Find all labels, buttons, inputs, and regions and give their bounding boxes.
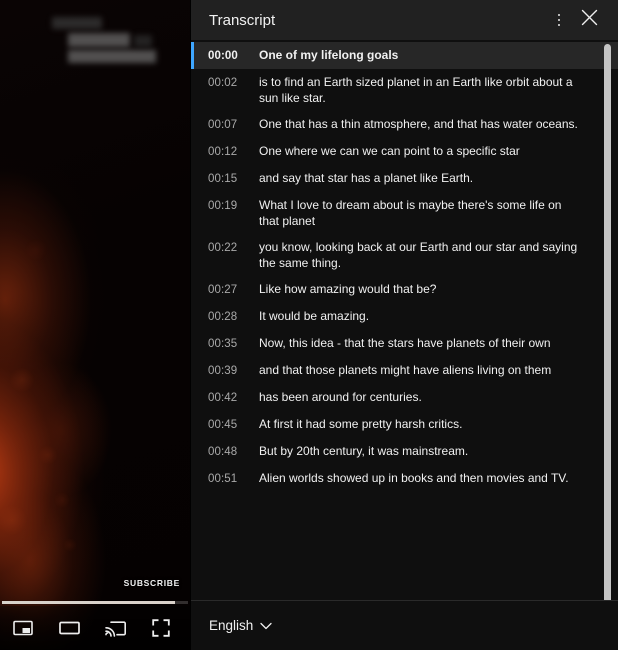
transcript-close-button[interactable] — [574, 5, 604, 35]
redacted-overlay-line4 — [134, 35, 152, 47]
transcript-segment[interactable]: 00:00 One of my lifelong goals — [191, 42, 618, 69]
fullscreen-icon — [152, 619, 170, 637]
segment-text: Alien worlds showed up in books and then… — [259, 471, 569, 485]
redacted-overlay-line2 — [68, 33, 130, 47]
kebab-menu-icon — [557, 12, 561, 27]
segment-text: One where we can we can point to a speci… — [259, 144, 520, 158]
redacted-overlay-line1 — [52, 17, 102, 29]
transcript-segment[interactable]: 00:15 and say that star has a planet like… — [191, 165, 618, 192]
progress-track[interactable] — [2, 601, 188, 604]
miniplayer-button[interactable] — [10, 615, 36, 641]
video-progress-bar[interactable] — [0, 601, 190, 604]
transcript-segment[interactable]: 00:45 At first it had some pretty harsh c… — [191, 411, 618, 438]
segment-timestamp: 00:48 — [208, 446, 238, 458]
transcript-segment[interactable]: 00:07 One that has a thin atmosphere, and… — [191, 111, 618, 138]
transcript-more-button[interactable] — [544, 5, 574, 35]
transcript-segment[interactable]: 00:22 you know, looking back at our Earth… — [191, 234, 618, 276]
transcript-segment[interactable]: 00:28 It would be amazing. — [191, 303, 618, 330]
segment-text: and that those planets might have aliens… — [259, 363, 552, 377]
segment-timestamp: 00:22 — [208, 242, 238, 254]
segment-timestamp: 00:19 — [208, 200, 238, 212]
segment-text: What I love to dream about is maybe ther… — [259, 198, 562, 228]
cast-icon — [104, 620, 126, 637]
transcript-segment-list[interactable]: 00:00 One of my lifelong goals 00:02 is to … — [191, 40, 618, 600]
transcript-segment[interactable]: 00:42 has been around for centuries. — [191, 384, 618, 411]
segment-timestamp: 00:35 — [208, 338, 238, 350]
transcript-segment[interactable]: 00:12 One where we can we can point to a … — [191, 138, 618, 165]
panel-title: Transcript — [209, 11, 276, 29]
subscribe-button[interactable]: SUBSCRIBE — [124, 578, 180, 588]
transcript-segment[interactable]: 00:35 Now, this idea - that the stars hav… — [191, 330, 618, 357]
segment-text: is to find an Earth sized planet in an E… — [259, 75, 573, 105]
transcript-segment[interactable]: 00:19 What I love to dream about is maybe… — [191, 192, 618, 234]
transcript-segment[interactable]: 00:02 is to find an Earth sized planet in… — [191, 69, 618, 111]
segment-text: has been around for centuries. — [259, 390, 422, 404]
transcript-scrollbar[interactable] — [604, 44, 611, 600]
language-label: English — [209, 618, 254, 633]
segment-text: One that has a thin atmosphere, and that… — [259, 117, 578, 131]
video-player[interactable]: SUBSCRIBE — [0, 0, 190, 650]
transcript-footer: English — [191, 600, 618, 650]
miniplayer-icon — [13, 620, 33, 636]
player-controls-bar — [0, 606, 190, 650]
segment-timestamp: 00:42 — [208, 392, 238, 404]
segment-timestamp: 00:28 — [208, 311, 238, 323]
segment-timestamp: 00:12 — [208, 146, 238, 158]
progress-played — [2, 601, 175, 604]
segment-timestamp: 00:51 — [208, 473, 238, 485]
segment-timestamp: 00:15 — [208, 173, 238, 185]
segment-timestamp: 00:39 — [208, 365, 238, 377]
scrollbar-thumb[interactable] — [604, 44, 611, 600]
video-nebula-texture — [0, 0, 190, 650]
segment-text: and say that star has a planet like Eart… — [259, 171, 474, 185]
segment-text: It would be amazing. — [259, 309, 370, 323]
segment-text: One of my lifelong goals — [259, 48, 399, 62]
close-icon — [581, 9, 598, 31]
segment-timestamp: 00:07 — [208, 119, 238, 131]
chevron-down-icon — [260, 618, 272, 633]
segment-text: Now, this idea - that the stars have pla… — [259, 336, 551, 350]
youtube-watch-page: SUBSCRIBE Transcript 00:00 One of my lif… — [0, 0, 618, 650]
segment-timestamp: 00:45 — [208, 419, 238, 431]
segment-text: Like how amazing would that be? — [259, 282, 437, 296]
transcript-segment[interactable]: 00:48 But by 20th century, it was mainstr… — [191, 438, 618, 465]
fullscreen-button[interactable] — [148, 615, 174, 641]
transcript-header: Transcript — [191, 0, 618, 40]
transcript-segment[interactable]: 00:27 Like how amazing would that be? — [191, 276, 618, 303]
redacted-overlay-line3 — [68, 50, 156, 63]
theater-mode-button[interactable] — [56, 615, 82, 641]
segment-text: At first it had some pretty harsh critic… — [259, 417, 463, 431]
segment-text: But by 20th century, it was mainstream. — [259, 444, 469, 458]
segment-timestamp: 00:00 — [208, 50, 238, 62]
segment-timestamp: 00:02 — [208, 77, 238, 89]
theater-mode-icon — [58, 620, 80, 636]
cast-button[interactable] — [102, 615, 128, 641]
segment-text: you know, looking back at our Earth and … — [259, 240, 578, 270]
transcript-segment[interactable]: 00:51 Alien worlds showed up in books and… — [191, 465, 618, 492]
transcript-segment[interactable]: 00:39 and that those planets might have a… — [191, 357, 618, 384]
language-selector[interactable]: English — [209, 618, 272, 633]
segment-timestamp: 00:27 — [208, 284, 238, 296]
transcript-panel: Transcript 00:00 One of my lifelong goals… — [190, 0, 618, 650]
